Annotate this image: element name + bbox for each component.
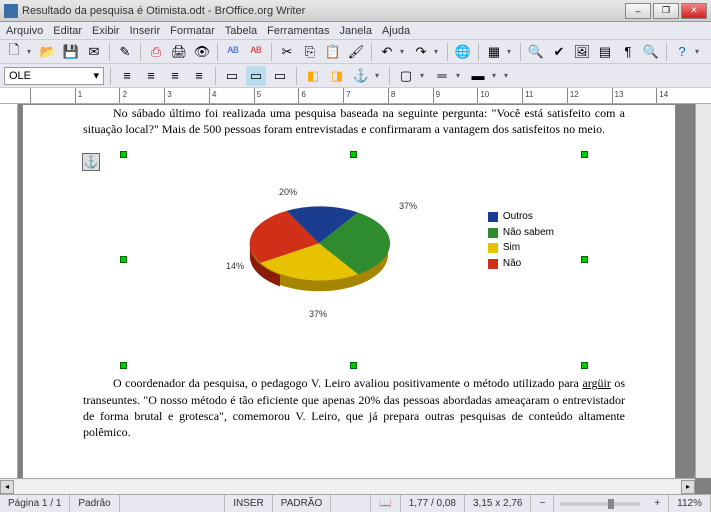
- redo-icon[interactable]: ↷: [411, 42, 431, 62]
- paragraph-1[interactable]: No sábado último foi realizada uma pesqu…: [83, 105, 625, 137]
- zoom-icon[interactable]: 🔍: [641, 42, 661, 62]
- page[interactable]: No sábado último foi realizada uma pesqu…: [22, 104, 676, 484]
- status-pos: 1,77 / 0,08: [401, 495, 465, 512]
- menu-inserir[interactable]: Inserir: [130, 25, 161, 37]
- align-justify-icon[interactable]: ≡: [189, 66, 209, 86]
- resize-handle[interactable]: [350, 362, 357, 369]
- resize-handle[interactable]: [350, 151, 357, 158]
- resize-handle[interactable]: [120, 362, 127, 369]
- hyperlink-icon[interactable]: 🌐: [453, 42, 473, 62]
- zoom-in-icon[interactable]: +: [646, 495, 669, 512]
- front-icon[interactable]: ◧: [303, 66, 323, 86]
- chart-legend: Outros Não sabem Sim Não: [488, 210, 554, 272]
- status-page[interactable]: Página 1 / 1: [0, 495, 70, 512]
- align-left-icon[interactable]: ≡: [117, 66, 137, 86]
- menubar: Arquivo Editar Exibir Inserir Formatar T…: [0, 22, 711, 40]
- print-icon[interactable]: 🖨: [169, 42, 189, 62]
- table-icon[interactable]: ▦: [484, 42, 504, 62]
- preview-icon[interactable]: 👁: [192, 42, 212, 62]
- nonprint-icon[interactable]: ¶: [618, 42, 638, 62]
- status-style[interactable]: Padrão: [70, 495, 119, 512]
- scroll-left-icon[interactable]: ◂: [0, 480, 14, 494]
- wrap-off-icon[interactable]: ▭: [222, 66, 242, 86]
- resize-handle[interactable]: [581, 256, 588, 263]
- chart-object[interactable]: ⚓: [124, 155, 584, 365]
- standard-toolbar: 🗋▾ 📂 💾 ✉ ✎ ⎙ 🖨 👁 ᴬᴮ ᴬᴮ ✂ ⎘ 📋 🖌 ↶▾ ↷▾ 🌐 ▦…: [0, 40, 711, 64]
- menu-editar[interactable]: Editar: [53, 25, 82, 37]
- maximize-button[interactable]: ❐: [653, 3, 679, 19]
- slice-label: 37%: [399, 200, 417, 212]
- vertical-ruler[interactable]: [0, 104, 18, 494]
- cut-icon[interactable]: ✂: [277, 42, 297, 62]
- titlebar: Resultado da pesquisa é Otimista.odt - B…: [0, 0, 711, 22]
- gallery-icon[interactable]: 🖼: [572, 42, 592, 62]
- status-padrao[interactable]: PADRÃO: [273, 495, 332, 512]
- menu-janela[interactable]: Janela: [340, 25, 372, 37]
- status-book-icon[interactable]: 📖: [371, 495, 400, 512]
- save-icon[interactable]: 💾: [61, 42, 81, 62]
- anchor-marker-icon[interactable]: ⚓: [82, 153, 100, 171]
- zoom-out-icon[interactable]: −: [531, 495, 554, 512]
- help-icon[interactable]: ?: [672, 42, 692, 62]
- navigator-icon[interactable]: ✔: [549, 42, 569, 62]
- find-icon[interactable]: 🔍: [526, 42, 546, 62]
- copy-icon[interactable]: ⎘: [300, 42, 320, 62]
- menu-formatar[interactable]: Formatar: [170, 25, 215, 37]
- status-inser[interactable]: INSER: [225, 495, 273, 512]
- new-icon[interactable]: 🗋: [4, 42, 24, 62]
- menu-ferramentas[interactable]: Ferramentas: [267, 25, 329, 37]
- horizontal-scrollbar[interactable]: ◂ ▸: [0, 478, 695, 494]
- style-select[interactable]: OLE▾: [4, 67, 104, 85]
- format-paint-icon[interactable]: 🖌: [346, 42, 366, 62]
- pie-chart: 20% 37% 37% 14%: [234, 180, 404, 310]
- scroll-right-icon[interactable]: ▸: [681, 480, 695, 494]
- menu-arquivo[interactable]: Arquivo: [6, 25, 43, 37]
- anchor-icon[interactable]: ⚓: [351, 66, 371, 86]
- edit-icon[interactable]: ✎: [115, 42, 135, 62]
- autospell-icon[interactable]: ᴬᴮ: [246, 42, 266, 62]
- menu-ajuda[interactable]: Ajuda: [382, 25, 410, 37]
- slice-label: 37%: [309, 308, 327, 320]
- close-button[interactable]: ✕: [681, 3, 707, 19]
- resize-handle[interactable]: [581, 362, 588, 369]
- status-zoom[interactable]: 112%: [669, 495, 711, 512]
- wrap-page-icon[interactable]: ▭: [246, 66, 266, 86]
- paste-icon[interactable]: 📋: [323, 42, 343, 62]
- wrap-through-icon[interactable]: ▭: [270, 66, 290, 86]
- resize-handle[interactable]: [120, 151, 127, 158]
- linestyle-icon[interactable]: ═: [432, 66, 452, 86]
- statusbar: Página 1 / 1 Padrão INSER PADRÃO 📖 1,77 …: [0, 494, 711, 512]
- zoom-slider[interactable]: [560, 502, 640, 506]
- resize-handle[interactable]: [120, 256, 127, 263]
- align-center-icon[interactable]: ≡: [141, 66, 161, 86]
- document-area: No sábado último foi realizada uma pesqu…: [0, 104, 711, 494]
- border-icon[interactable]: ▢: [396, 66, 416, 86]
- open-icon[interactable]: 📂: [38, 42, 58, 62]
- horizontal-ruler[interactable]: 12 345 678 91011 121314: [0, 88, 711, 104]
- slice-label: 20%: [279, 186, 297, 198]
- resize-handle[interactable]: [581, 151, 588, 158]
- spellcheck-icon[interactable]: ᴬᴮ: [223, 42, 243, 62]
- linecolor-icon[interactable]: ▬: [468, 66, 488, 86]
- window-title: Resultado da pesquisa é Otimista.odt - B…: [22, 5, 625, 17]
- slice-label: 14%: [226, 260, 244, 272]
- paragraph-2[interactable]: O coordenador da pesquisa, o pedagogo V.…: [83, 375, 625, 440]
- status-size: 3,15 x 2,76: [465, 495, 531, 512]
- menu-exibir[interactable]: Exibir: [92, 25, 120, 37]
- minimize-button[interactable]: –: [625, 3, 651, 19]
- undo-icon[interactable]: ↶: [377, 42, 397, 62]
- email-icon[interactable]: ✉: [84, 42, 104, 62]
- back-icon[interactable]: ◨: [327, 66, 347, 86]
- app-icon: [4, 4, 18, 18]
- pdf-icon[interactable]: ⎙: [146, 42, 166, 62]
- vertical-scrollbar[interactable]: [695, 104, 711, 478]
- datasource-icon[interactable]: ▤: [595, 42, 615, 62]
- menu-tabela[interactable]: Tabela: [225, 25, 257, 37]
- formatting-toolbar: OLE▾ ≡ ≡ ≡ ≡ ▭ ▭ ▭ ◧ ◨ ⚓▾ ▢▾ ═▾ ▬▾ ▾: [0, 64, 711, 88]
- align-right-icon[interactable]: ≡: [165, 66, 185, 86]
